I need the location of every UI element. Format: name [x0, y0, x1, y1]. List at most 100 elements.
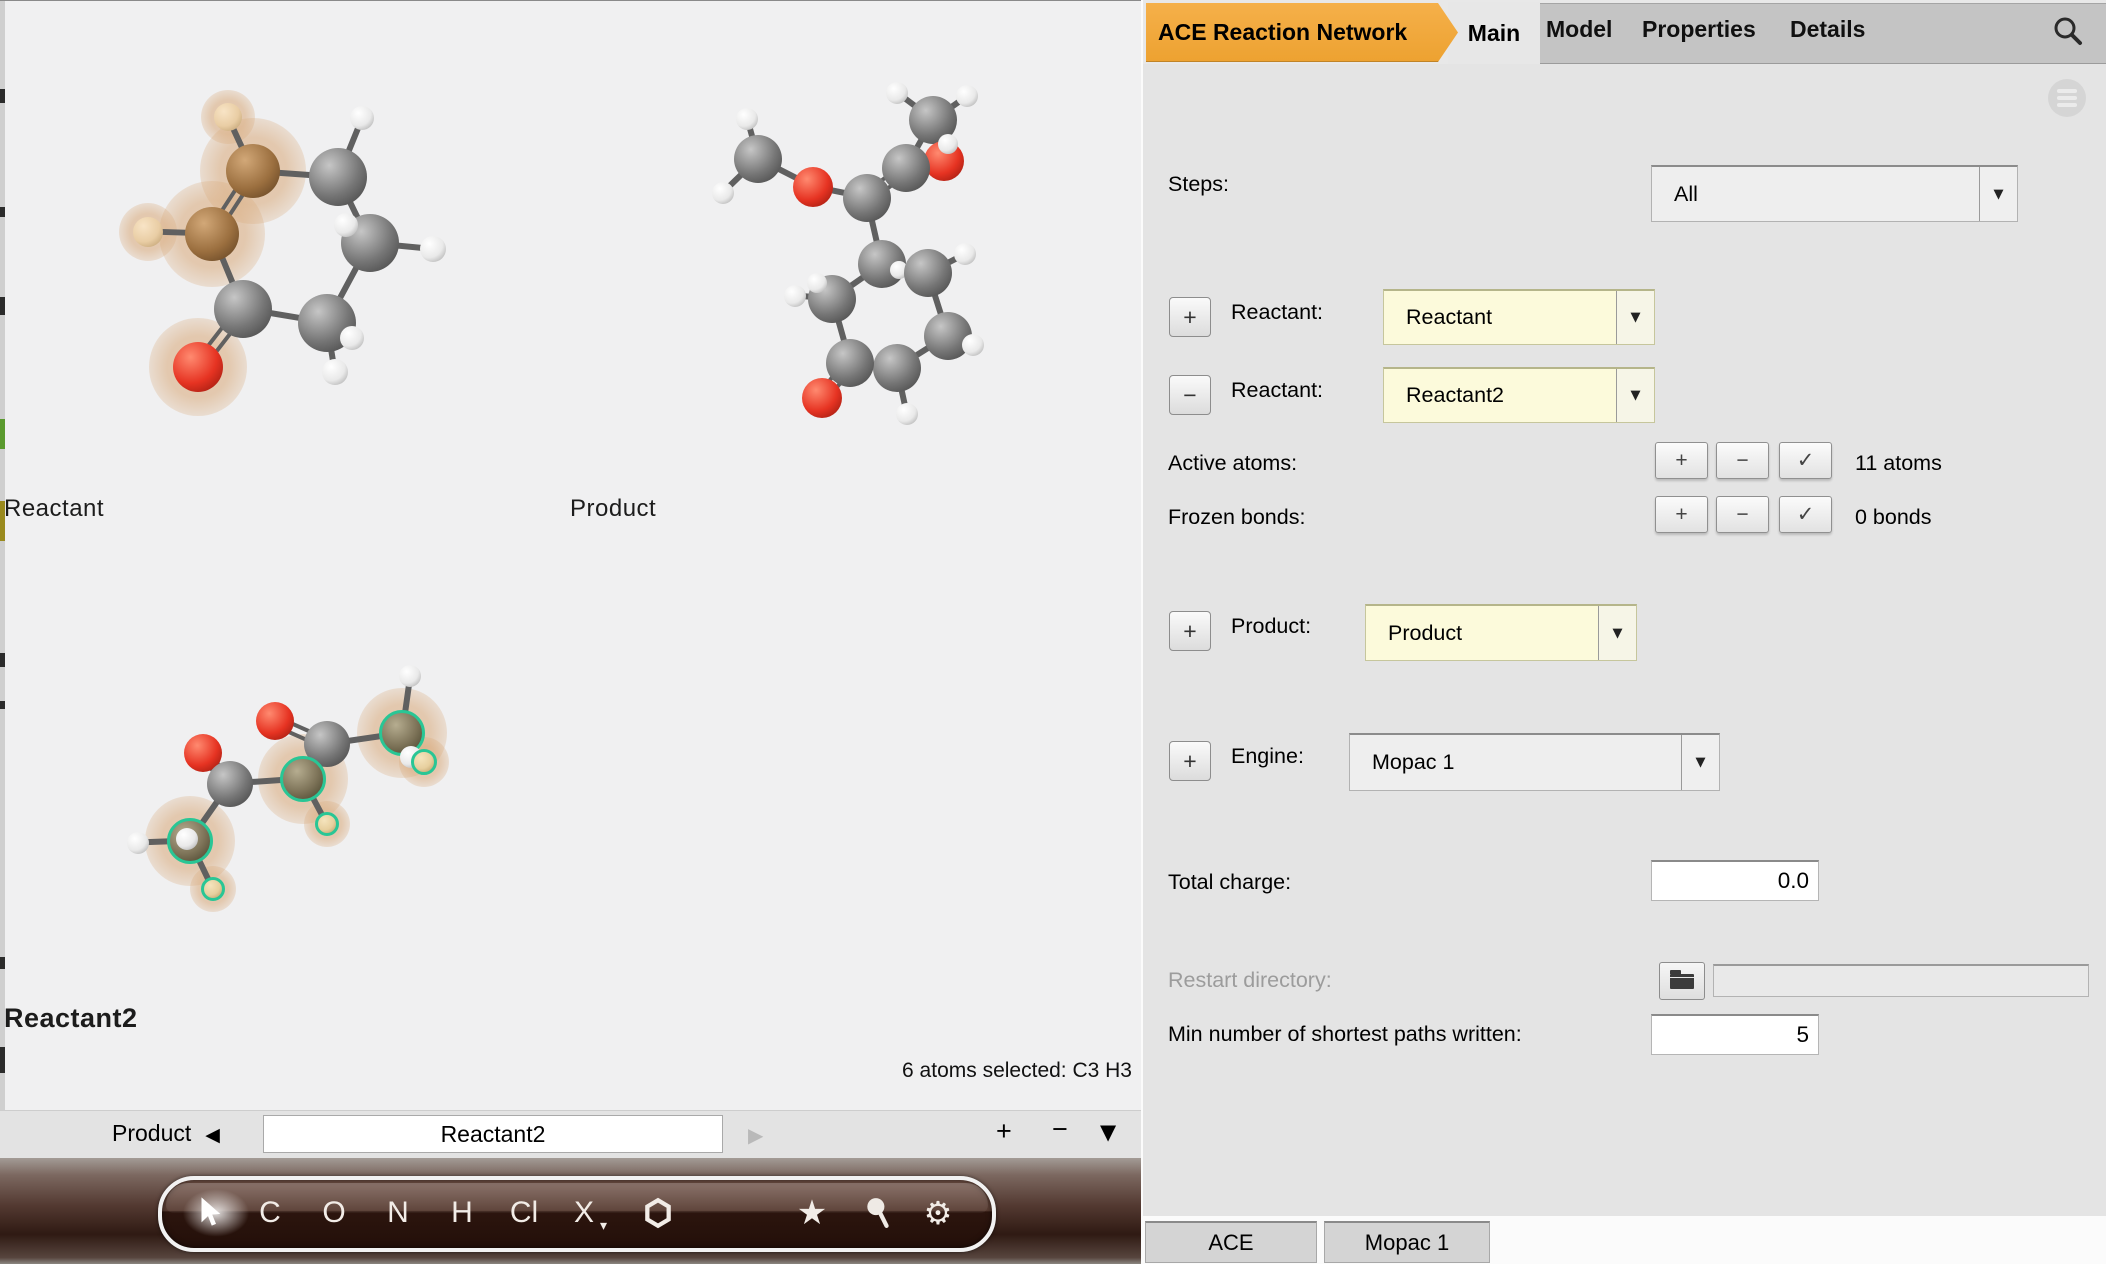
chevron-down-icon: ▼ [1616, 291, 1654, 344]
atom-c[interactable] [734, 135, 782, 183]
reactant2-dropdown[interactable]: Reactant2 ▼ [1383, 367, 1655, 423]
active-atoms-add-button[interactable]: + [1655, 442, 1708, 479]
atom-th[interactable] [133, 217, 163, 247]
search-icon[interactable] [2051, 14, 2087, 50]
total-charge-input[interactable] [1651, 860, 1819, 901]
tab-main-label: Main [1467, 19, 1521, 46]
prev-structure-label: Product [112, 1120, 192, 1146]
min-paths-input[interactable] [1651, 1014, 1819, 1055]
plugin-tab[interactable]: ACE Reaction Network [1146, 3, 1458, 62]
atom-h[interactable] [886, 82, 908, 104]
oxygen-tool-button[interactable]: O [308, 1180, 360, 1246]
atom-h[interactable] [350, 106, 374, 130]
molecule-layer[interactable] [0, 1, 1141, 1111]
product-label: Product: [1231, 614, 1312, 638]
next-arrow-icon[interactable]: ▶ [748, 1123, 763, 1147]
product-value: Product [1388, 620, 1463, 645]
add-structure-button[interactable]: + [996, 1116, 1012, 1147]
atom-bn[interactable] [226, 144, 280, 198]
panel-menu-icon[interactable] [2048, 79, 2086, 117]
atom-o[interactable] [802, 378, 842, 418]
add-engine-button[interactable]: + [1169, 741, 1211, 781]
active-atoms-remove-button[interactable]: − [1716, 442, 1769, 479]
atom-c[interactable] [309, 148, 367, 206]
atom-o[interactable] [256, 702, 294, 740]
atom-h[interactable] [712, 182, 734, 204]
folder-icon [1670, 969, 1694, 989]
current-structure-input[interactable] [263, 1115, 723, 1153]
atom-h[interactable] [334, 213, 358, 237]
select-cursor-icon[interactable] [180, 1180, 238, 1246]
atom-h[interactable] [962, 334, 984, 356]
steps-value: All [1674, 181, 1698, 206]
atom-sh[interactable] [411, 749, 437, 775]
settings-gear-icon[interactable]: ⚙ [910, 1180, 966, 1246]
atom-c[interactable] [873, 344, 921, 392]
atom-bn[interactable] [185, 207, 239, 261]
element-x-dropdown-icon[interactable]: ▾ [600, 1218, 607, 1234]
atom-sh[interactable] [315, 812, 339, 836]
viewer-canvas[interactable]: Reactant Product Reactant2 6 atoms selec… [0, 0, 1141, 1111]
atom-c[interactable] [207, 761, 253, 807]
atom-h[interactable] [340, 326, 364, 350]
atom-c[interactable] [843, 174, 891, 222]
atom-sh[interactable] [201, 877, 225, 901]
atom-h[interactable] [956, 85, 978, 107]
atom-h[interactable] [938, 134, 958, 154]
frozen-bonds-remove-button[interactable]: − [1716, 496, 1769, 533]
tab-mopac1[interactable]: Mopac 1 [1324, 1221, 1490, 1263]
atom-sc[interactable] [280, 756, 326, 802]
remove-reactant-button[interactable]: − [1169, 375, 1211, 415]
tab-ace[interactable]: ACE [1145, 1221, 1317, 1263]
tab-model[interactable]: Model [1546, 16, 1612, 43]
atom-c[interactable] [214, 280, 272, 338]
atom-th[interactable] [214, 103, 242, 131]
bottom-tab-strip: ACE Mopac 1 [1143, 1216, 2106, 1264]
active-atoms-apply-button[interactable]: ✓ [1779, 442, 1832, 479]
atom-h[interactable] [896, 403, 918, 425]
molecule-viewer: Reactant Product Reactant2 6 atoms selec… [0, 0, 1141, 1264]
atom-h[interactable] [176, 828, 198, 850]
structure-menu-button[interactable]: ▼ [1100, 1120, 1116, 1144]
tab-details[interactable]: Details [1790, 16, 1865, 43]
atom-h[interactable] [807, 273, 827, 293]
atom-h[interactable] [420, 236, 446, 262]
atom-h[interactable] [954, 243, 976, 265]
atom-o[interactable] [173, 342, 223, 392]
product-dropdown[interactable]: Product ▼ [1365, 604, 1637, 661]
structure-nav-bar: Product ◀ ▶ + − ▼ [0, 1110, 1141, 1158]
atom-h[interactable] [127, 832, 149, 854]
label-reactant2: Reactant2 [4, 1003, 138, 1033]
tab-properties[interactable]: Properties [1642, 16, 1756, 43]
ring-tool-icon[interactable] [630, 1180, 686, 1246]
atom-h[interactable] [784, 285, 806, 307]
atom-h[interactable] [399, 665, 421, 687]
element-x-tool-button[interactable]: X [558, 1180, 610, 1246]
add-reactant-button[interactable]: + [1169, 297, 1211, 337]
atom-h[interactable] [322, 359, 348, 385]
hydrogen-tool-button[interactable]: H [436, 1180, 488, 1246]
browse-folder-button[interactable] [1659, 962, 1705, 1000]
atom-h[interactable] [736, 108, 758, 130]
prev-structure-button[interactable]: Product ◀ [112, 1120, 220, 1147]
atom-c[interactable] [904, 249, 952, 297]
add-product-button[interactable]: + [1169, 611, 1211, 651]
reactant2-value: Reactant2 [1406, 383, 1505, 407]
frozen-bonds-apply-button[interactable]: ✓ [1779, 496, 1832, 533]
remove-structure-button[interactable]: − [1052, 1114, 1068, 1145]
favorites-star-icon[interactable]: ★ [784, 1180, 840, 1246]
restart-directory-input[interactable] [1713, 964, 2089, 997]
engine-dropdown[interactable]: Mopac 1 ▼ [1349, 733, 1720, 791]
chlorine-tool-button[interactable]: Cl [498, 1180, 550, 1246]
carbon-tool-button[interactable]: C [244, 1180, 296, 1246]
tab-main[interactable]: Main [1448, 2, 1540, 64]
reactant1-dropdown[interactable]: Reactant ▼ [1383, 289, 1655, 345]
steps-dropdown[interactable]: All ▼ [1651, 165, 2018, 222]
frozen-bonds-add-button[interactable]: + [1655, 496, 1708, 533]
atom-c[interactable] [882, 144, 930, 192]
editor-toolbar-pill: C O N H Cl X ▾ ★ ⚙ [158, 1176, 996, 1252]
nitrogen-tool-button[interactable]: N [372, 1180, 424, 1246]
atom-c[interactable] [826, 339, 874, 387]
atom-o[interactable] [793, 167, 833, 207]
probe-tool-icon[interactable] [850, 1180, 906, 1246]
